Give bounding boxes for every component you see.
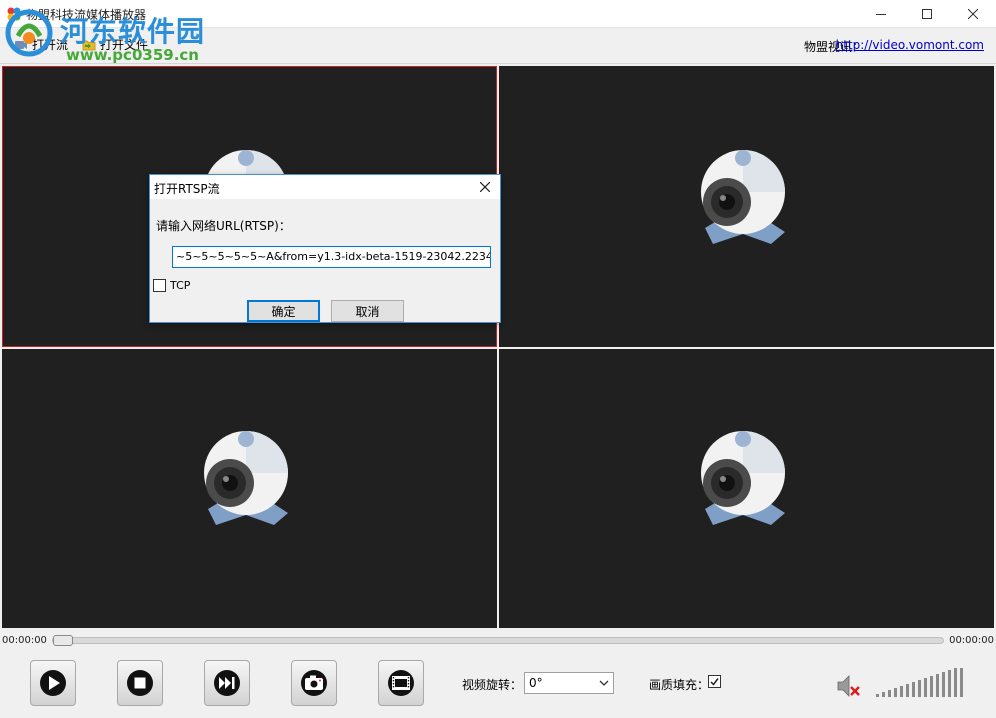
fill-label: 画质填充： — [649, 678, 710, 692]
video-cell-3[interactable] — [2, 349, 497, 628]
total-time: 00:00:00 — [949, 635, 994, 646]
chevron-down-icon — [599, 680, 609, 686]
tcp-label: TCP — [170, 279, 191, 292]
open-stream-button[interactable]: 打开流 — [14, 36, 68, 53]
open-stream-label: 打开流 — [32, 38, 69, 52]
webcam-icon — [701, 431, 785, 525]
close-icon — [968, 9, 978, 19]
video-grid — [0, 64, 996, 630]
rotation-select[interactable]: 0° — [524, 672, 614, 694]
window-title: 物盟科技流媒体播放器 — [26, 8, 147, 22]
seek-handle[interactable] — [53, 635, 73, 646]
cancel-button[interactable]: 取消 — [331, 300, 404, 322]
maximize-icon — [922, 9, 932, 19]
folder-icon — [82, 40, 96, 50]
tcp-checkbox[interactable]: TCP — [153, 279, 190, 292]
url-prompt: 请输入网络URL(RTSP)： — [156, 219, 291, 233]
webcam-icon — [701, 150, 785, 244]
film-icon — [388, 670, 414, 696]
snapshot-button[interactable] — [291, 660, 337, 706]
fill-checkbox[interactable] — [708, 675, 721, 688]
tcp-checkbox-box[interactable] — [153, 279, 166, 292]
dialog-title-bar: 打开RTSP流 — [150, 175, 500, 199]
app-icon — [7, 7, 21, 21]
rotation-value: 0° — [529, 676, 543, 690]
dialog-title: 打开RTSP流 — [154, 182, 220, 196]
camera-icon — [301, 670, 327, 696]
play-icon — [40, 670, 66, 696]
progress-row: 00:00:00 00:00:00 — [0, 630, 996, 650]
stop-icon — [127, 670, 153, 696]
current-time: 00:00:00 — [2, 635, 47, 646]
rtsp-dialog: 打开RTSP流 请输入网络URL(RTSP)： ~5~5~5~5~5~A&fro… — [149, 174, 501, 323]
video-cell-2[interactable] — [499, 66, 994, 347]
play-button[interactable] — [30, 660, 76, 706]
toolbar: 打开流 打开文件 物盟视讯： http://video.vomont.com — [0, 28, 996, 64]
dialog-close-button[interactable] — [470, 175, 500, 199]
next-button[interactable] — [204, 660, 250, 706]
record-button[interactable] — [378, 660, 424, 706]
skip-forward-icon — [214, 670, 240, 696]
video-cell-4[interactable] — [499, 349, 994, 628]
open-file-label: 打开文件 — [100, 38, 149, 52]
site-link[interactable]: http://video.vomont.com — [836, 38, 984, 52]
rotation-label: 视频旋转： — [462, 678, 523, 692]
volume-slider[interactable] — [876, 668, 972, 700]
title-bar: 物盟科技流媒体播放器 — [0, 0, 996, 28]
maximize-button[interactable] — [904, 0, 950, 28]
seek-bar[interactable] — [52, 635, 944, 646]
stream-icon — [15, 40, 27, 49]
control-bar: 视频旋转： 0° 画质填充： — [0, 650, 996, 718]
minimize-icon — [876, 14, 886, 15]
close-button[interactable] — [950, 0, 996, 28]
mute-icon[interactable] — [834, 672, 864, 700]
checkmark-icon — [710, 678, 719, 686]
url-input[interactable]: ~5~5~5~5~5~A&from=y1.3-idx-beta-1519-230… — [172, 246, 491, 268]
webcam-icon — [204, 431, 288, 525]
open-file-button[interactable]: 打开文件 — [82, 36, 148, 53]
minimize-button[interactable] — [858, 0, 904, 28]
ok-button[interactable]: 确定 — [247, 300, 320, 322]
close-icon — [480, 182, 490, 192]
stop-button[interactable] — [117, 660, 163, 706]
